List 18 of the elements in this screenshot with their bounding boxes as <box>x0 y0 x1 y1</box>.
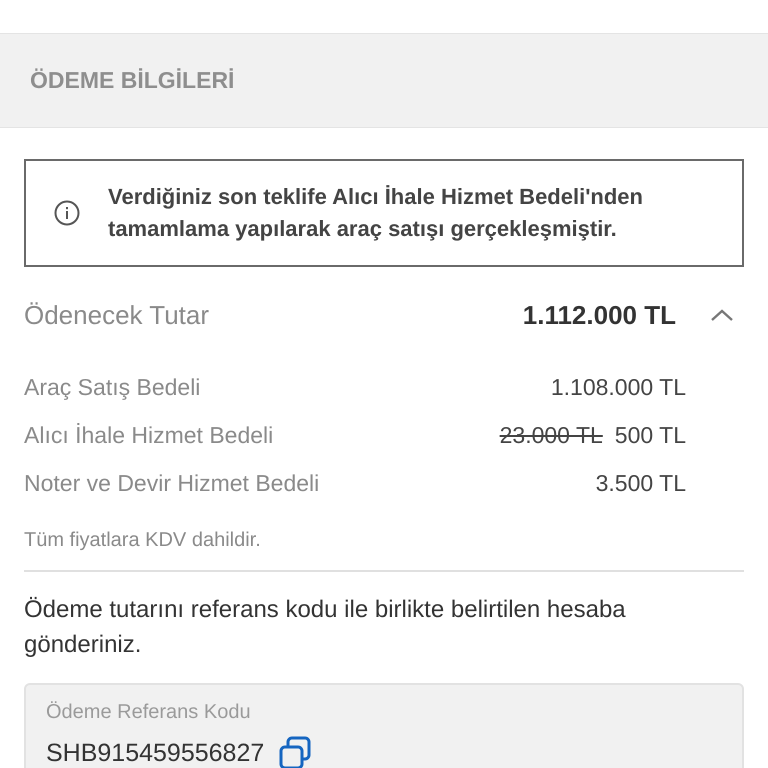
fee-label: Noter ve Devir Hizmet Bedeli <box>24 470 320 496</box>
reference-label: Ödeme Referans Kodu <box>46 701 251 723</box>
section-title: ÖDEME BİLGİLERİ <box>30 67 234 94</box>
payment-instruction: Ödeme tutarını referans kodu ile birlikte belirtilen hesaba gönderiniz. <box>24 595 627 660</box>
reference-code: SHB915459556827 <box>46 738 264 768</box>
chevron-icon[interactable] <box>710 308 734 322</box>
total-label: Ödenecek Tutar <box>24 300 210 330</box>
fee-label: Araç Satış Bedeli <box>24 374 200 400</box>
old-price: 23.000 TL <box>500 422 603 448</box>
info-icon <box>54 200 80 226</box>
fee-amount: 3.500 TL <box>596 470 686 496</box>
fee-amount: 500 TL <box>614 422 686 448</box>
fee-amount: 1.108.000 TL <box>550 374 686 400</box>
fee-label: Alıcı İhale Hizmet Bedeli <box>24 422 274 448</box>
info-message: Verdiğiniz son teklife Alıcı İhale Hizmet Bedeli'nden tamamlama yapılarak araç satışı gerçekleşmiştir. <box>108 183 644 243</box>
vat-note: Tüm fiyatlara KDV dahildir. <box>24 529 262 552</box>
copy-icon[interactable] <box>278 736 312 768</box>
total-amount: 1.112.000 TL <box>522 300 676 330</box>
